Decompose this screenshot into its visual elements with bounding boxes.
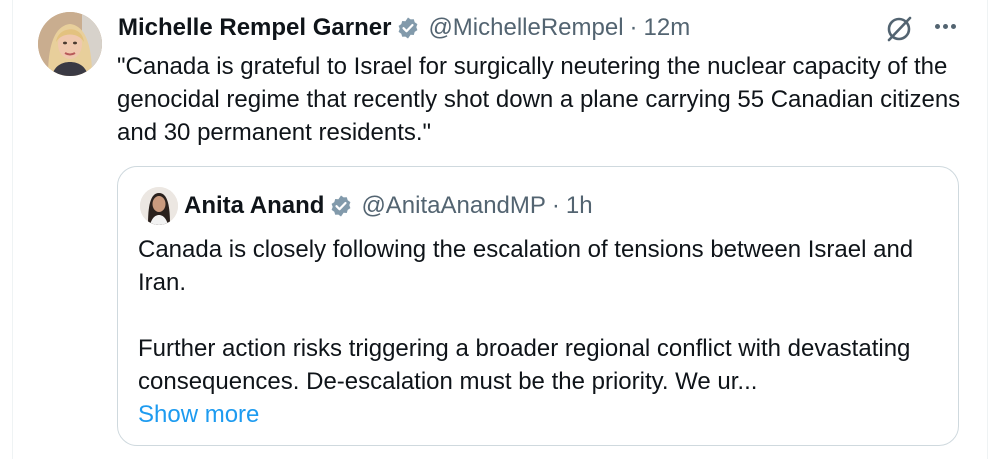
tweet-time[interactable]: 12m — [644, 14, 691, 42]
quote-time[interactable]: 1h — [566, 192, 593, 220]
more-dot — [950, 23, 956, 29]
quote-paragraph: Canada is closely following the escalati… — [138, 236, 914, 296]
author-name[interactable]: Michelle Rempel Garner — [118, 14, 391, 42]
quote-avatar[interactable] — [140, 187, 178, 225]
verified-badge-icon — [396, 16, 420, 40]
verified-badge-icon — [329, 194, 353, 218]
separator-dot: · — [629, 14, 638, 41]
tweet-card[interactable]: Michelle Rempel Garner @MichelleRempel ·… — [0, 0, 1000, 459]
quote-author-handle[interactable]: @AnitaAnandMP — [361, 192, 545, 220]
quote-text: Canada is closely following the escalati… — [138, 233, 938, 431]
quote-header: Anita Anand @AnitaAnandMP · 1h — [184, 189, 593, 223]
more-icon[interactable] — [931, 12, 959, 40]
more-dot — [942, 23, 948, 29]
quote-paragraph: Further action risks triggering a broade… — [138, 335, 911, 395]
column-border-right — [987, 0, 988, 459]
tweet-text: "Canada is grateful to Israel for surgic… — [117, 53, 961, 146]
more-dot — [934, 23, 940, 29]
quote-author-name[interactable]: Anita Anand — [184, 192, 324, 220]
tweet-header: Michelle Rempel Garner @MichelleRempel ·… — [118, 10, 690, 46]
separator-dot: · — [551, 192, 560, 219]
show-more-link[interactable]: Show more — [138, 398, 938, 431]
quoted-tweet[interactable]: Anita Anand @AnitaAnandMP · 1h Canada is… — [117, 166, 959, 446]
author-handle[interactable]: @MichelleRempel — [428, 14, 623, 42]
grok-icon[interactable] — [884, 14, 914, 44]
avatar[interactable] — [38, 12, 102, 76]
column-border-left — [12, 0, 13, 459]
